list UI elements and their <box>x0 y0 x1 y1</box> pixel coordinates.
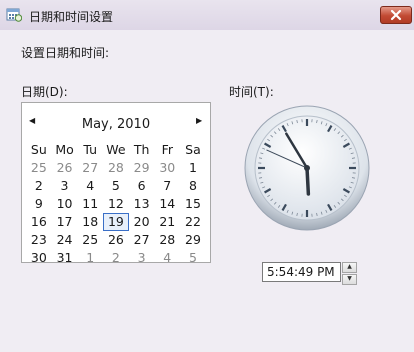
weekday-label: We <box>106 142 126 157</box>
calendar-day-selected[interactable]: 19 <box>103 213 129 231</box>
calendar-day[interactable]: 29 <box>180 231 206 249</box>
time-input[interactable]: 5:54:49 PM <box>262 262 341 282</box>
calendar-day[interactable]: 10 <box>52 195 78 213</box>
title-bar: 日期和时间设置 <box>0 0 414 30</box>
calendar-day[interactable]: 27 <box>77 159 103 177</box>
analog-clock <box>244 105 370 231</box>
close-button[interactable] <box>380 6 412 24</box>
calendar-day[interactable]: 13 <box>129 195 155 213</box>
calendar-day[interactable]: 12 <box>103 195 129 213</box>
calendar-day[interactable]: 5 <box>180 249 206 267</box>
weekday-label: Sa <box>185 142 201 157</box>
calendar-day[interactable]: 7 <box>154 177 180 195</box>
close-icon <box>390 9 402 21</box>
weekday-header: Su Mo Tu We Th Fr Sa <box>26 141 206 159</box>
calendar-day[interactable]: 14 <box>154 195 180 213</box>
calendar-week: 2 3 4 5 6 7 8 <box>26 177 206 195</box>
calendar-week: 23 24 25 26 27 28 29 <box>26 231 206 249</box>
calendar-day[interactable]: 18 <box>77 213 103 231</box>
calendar-day[interactable]: 11 <box>77 195 103 213</box>
date-label: 日期(D): <box>21 85 68 99</box>
calendar[interactable]: ◀ May, 2010 ▶ Su Mo Tu We Th Fr Sa 25 26… <box>21 102 211 265</box>
calendar-day[interactable]: 2 <box>103 249 129 267</box>
weekday-label: Th <box>133 142 150 157</box>
calendar-day[interactable]: 20 <box>129 213 155 231</box>
weekday-label: Mo <box>55 142 74 157</box>
calendar-day[interactable]: 1 <box>77 249 103 267</box>
time-spinner[interactable]: ▲ ▼ <box>342 262 357 285</box>
calendar-week: 16 17 18 19 20 21 22 <box>26 213 206 231</box>
calendar-day[interactable]: 5 <box>103 177 129 195</box>
calendar-day[interactable]: 3 <box>52 177 78 195</box>
calendar-day[interactable]: 9 <box>26 195 52 213</box>
weekday-label: Tu <box>83 142 98 157</box>
calendar-day[interactable]: 22 <box>180 213 206 231</box>
calendar-day[interactable]: 1 <box>180 159 206 177</box>
calendar-day[interactable]: 4 <box>154 249 180 267</box>
calendar-day[interactable]: 30 <box>26 249 52 267</box>
calendar-week: 9 10 11 12 13 14 15 <box>26 195 206 213</box>
time-label: 时间(T): <box>229 85 274 99</box>
spin-up-icon[interactable]: ▲ <box>342 262 357 273</box>
page-heading: 设置日期和时间: <box>21 46 110 60</box>
calendar-day[interactable]: 31 <box>52 249 78 267</box>
weekday-label: Su <box>30 142 47 157</box>
calendar-day[interactable]: 8 <box>180 177 206 195</box>
calendar-day[interactable]: 27 <box>129 231 155 249</box>
calendar-clock-icon <box>6 8 22 22</box>
clock-center <box>304 165 310 171</box>
calendar-day[interactable]: 16 <box>26 213 52 231</box>
calendar-day[interactable]: 26 <box>103 231 129 249</box>
calendar-day[interactable]: 3 <box>129 249 155 267</box>
calendar-week: 30 31 1 2 3 4 5 <box>26 249 206 267</box>
calendar-day[interactable]: 6 <box>129 177 155 195</box>
calendar-day[interactable]: 29 <box>129 159 155 177</box>
calendar-day[interactable]: 24 <box>52 231 78 249</box>
window-title: 日期和时间设置 <box>29 10 114 24</box>
calendar-day[interactable]: 15 <box>180 195 206 213</box>
calendar-day[interactable]: 2 <box>26 177 52 195</box>
calendar-grid: Su Mo Tu We Th Fr Sa 25 26 27 28 29 30 1… <box>26 141 206 267</box>
weekday-label: Fr <box>161 142 173 157</box>
next-month-icon[interactable]: ▶ <box>196 116 202 125</box>
calendar-month-label[interactable]: May, 2010 <box>22 117 210 132</box>
calendar-week: 25 26 27 28 29 30 1 <box>26 159 206 177</box>
calendar-day[interactable]: 23 <box>26 231 52 249</box>
calendar-day[interactable]: 17 <box>52 213 78 231</box>
calendar-day[interactable]: 28 <box>103 159 129 177</box>
calendar-day[interactable]: 25 <box>26 159 52 177</box>
calendar-day[interactable]: 25 <box>77 231 103 249</box>
spin-down-icon[interactable]: ▼ <box>342 274 357 285</box>
calendar-day[interactable]: 26 <box>52 159 78 177</box>
hour-hand <box>305 166 311 196</box>
calendar-day[interactable]: 30 <box>154 159 180 177</box>
calendar-day[interactable]: 21 <box>154 213 180 231</box>
calendar-day[interactable]: 4 <box>77 177 103 195</box>
calendar-day[interactable]: 28 <box>154 231 180 249</box>
